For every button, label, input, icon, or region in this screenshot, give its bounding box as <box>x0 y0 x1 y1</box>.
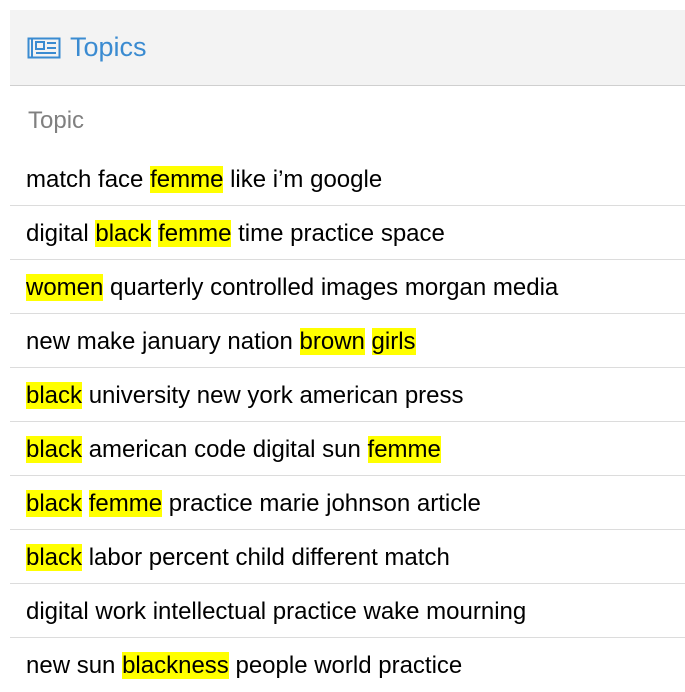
highlighted-keyword: girls <box>371 328 416 355</box>
topic-text: digital black femme time practice space <box>26 218 445 250</box>
topic-words: match face <box>26 166 151 193</box>
topic-list: match face femme like i’m google digital … <box>10 152 685 692</box>
topic-row: black university new york american press <box>10 368 685 422</box>
highlighted-keyword: blackness <box>122 652 229 679</box>
topic-words: practice marie johnson article <box>162 490 481 517</box>
highlighted-keyword: femme <box>150 166 224 193</box>
highlighted-keyword: black <box>26 436 83 463</box>
highlighted-keyword: women <box>26 274 104 301</box>
topic-row: new sun blackness people world practice <box>10 638 685 692</box>
topic-text: new make january nation brown girls <box>26 326 416 358</box>
topic-row: new make january nation brown girls <box>10 314 685 368</box>
topic-words: time practice space <box>231 220 445 247</box>
topic-text: black american code digital sun femme <box>26 434 441 466</box>
topics-panel: Topics Topic match face femme like i’m g… <box>0 0 685 691</box>
highlighted-keyword: femme <box>367 436 441 463</box>
topic-text: digital work intellectual practice wake … <box>26 596 526 628</box>
topic-text: new sun blackness people world practice <box>26 650 462 682</box>
highlighted-keyword: femme <box>158 220 232 247</box>
topic-words: quarterly controlled images morgan media <box>103 274 559 301</box>
topic-words: digital work intellectual practice wake … <box>26 598 527 625</box>
topic-row: black labor percent child different matc… <box>10 530 685 584</box>
topic-text: black university new york american press <box>26 380 464 412</box>
topic-text: women quarterly controlled images morgan… <box>26 272 558 304</box>
column-header-topic: Topic <box>28 107 85 134</box>
highlighted-keyword: brown <box>299 328 365 355</box>
topic-words: like i’m google <box>223 166 383 193</box>
highlighted-keyword: femme <box>88 490 163 517</box>
topic-row: match face femme like i’m google <box>10 152 685 206</box>
highlighted-keyword: black <box>95 220 152 247</box>
topic-row: women quarterly controlled images morgan… <box>10 260 685 314</box>
highlighted-keyword: black <box>26 490 83 517</box>
topic-words: people world practice <box>228 652 463 679</box>
highlighted-keyword: black <box>26 544 83 571</box>
topic-words: new sun <box>26 652 123 679</box>
highlighted-keyword: black <box>26 382 83 409</box>
topic-text: black labor percent child different matc… <box>26 542 450 574</box>
topic-words: university new york american press <box>82 382 464 409</box>
panel-header: Topics <box>10 10 685 86</box>
topic-words <box>82 490 89 517</box>
topic-words: labor percent child different match <box>82 544 450 571</box>
topic-row: black femme practice marie johnson artic… <box>10 476 685 530</box>
topic-text: black femme practice marie johnson artic… <box>26 488 481 520</box>
newspaper-icon <box>27 37 61 59</box>
topic-row: digital black femme time practice space <box>10 206 685 260</box>
topic-words: american code digital sun <box>82 436 368 463</box>
topic-words: new make january nation <box>26 328 300 355</box>
topic-row: black american code digital sun femme <box>10 422 685 476</box>
panel-title: Topics <box>70 32 147 62</box>
topic-text: match face femme like i’m google <box>26 164 382 196</box>
topic-row: digital work intellectual practice wake … <box>10 584 685 638</box>
topic-words <box>365 328 372 355</box>
topic-words: digital <box>26 220 96 247</box>
